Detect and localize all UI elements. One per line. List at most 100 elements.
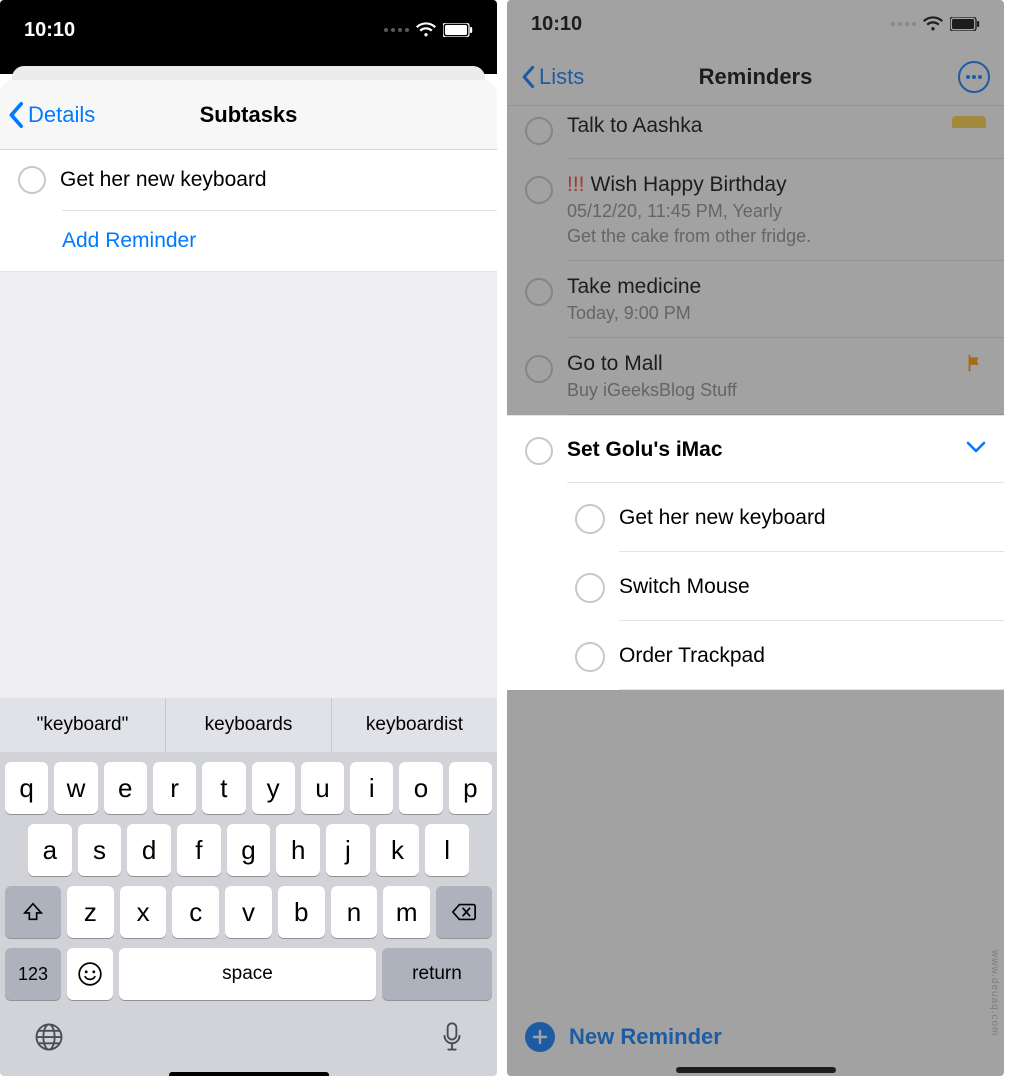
backspace-icon	[451, 902, 477, 922]
key-row-4: 123 space return	[0, 938, 497, 1008]
key-w[interactable]: w	[54, 762, 97, 814]
reminder-row[interactable]: Go to Mall Buy iGeeksBlog Stuff	[507, 338, 1004, 415]
priority-marker: !!!	[567, 173, 585, 196]
wifi-icon	[415, 22, 437, 38]
reminder-title: Take medicine	[567, 275, 986, 299]
reminder-title: Go to Mall	[567, 352, 986, 376]
key-l[interactable]: l	[425, 824, 469, 876]
status-bar: 10:10	[0, 0, 497, 60]
suggestion-2[interactable]: keyboards	[166, 698, 332, 752]
key-s[interactable]: s	[78, 824, 122, 876]
key-f[interactable]: f	[177, 824, 221, 876]
reminder-row[interactable]: Talk to Aashka	[507, 106, 1004, 159]
key-q[interactable]: q	[5, 762, 48, 814]
key-z[interactable]: z	[67, 886, 114, 938]
key-d[interactable]: d	[127, 824, 171, 876]
home-indicator[interactable]	[676, 1067, 836, 1073]
home-indicator[interactable]	[169, 1072, 329, 1076]
key-h[interactable]: h	[276, 824, 320, 876]
key-m[interactable]: m	[383, 886, 430, 938]
key-p[interactable]: p	[449, 762, 492, 814]
status-indicators	[384, 22, 473, 38]
expanded-reminder: Set Golu's iMac Get her new keyboard Swi…	[507, 415, 1004, 690]
reminder-row[interactable]: Take medicine Today, 9:00 PM	[507, 261, 1004, 338]
page-title: Subtasks	[0, 102, 497, 128]
reminder-checkbox[interactable]	[525, 278, 553, 306]
page-title: Reminders	[507, 64, 1004, 90]
ios-keyboard: "keyboard" keyboards keyboardist q w e r…	[0, 698, 497, 1076]
backspace-key[interactable]	[436, 886, 492, 938]
suggestion-1[interactable]: "keyboard"	[0, 698, 166, 752]
shift-key[interactable]	[5, 886, 61, 938]
battery-icon	[443, 23, 473, 37]
key-b[interactable]: b	[278, 886, 325, 938]
return-key[interactable]: return	[382, 948, 492, 1000]
subtask-text[interactable]: Get her new keyboard	[60, 168, 267, 192]
reminder-checkbox[interactable]	[525, 176, 553, 204]
shift-icon	[22, 901, 44, 923]
reminder-checkbox[interactable]	[525, 355, 553, 383]
key-o[interactable]: o	[399, 762, 442, 814]
subtask-checkbox[interactable]	[575, 642, 605, 672]
cellular-dots-icon	[891, 22, 916, 26]
subtask-checkbox[interactable]	[575, 573, 605, 603]
subtasks-list: Get her new keyboard Add Reminder	[0, 150, 497, 272]
subtask-checkbox[interactable]	[575, 504, 605, 534]
reminder-title: !!!Wish Happy Birthday	[567, 173, 986, 197]
key-g[interactable]: g	[227, 824, 271, 876]
subtask-row[interactable]: Get her new keyboard	[0, 150, 497, 210]
key-k[interactable]: k	[376, 824, 420, 876]
space-key[interactable]: space	[119, 948, 376, 1000]
keyboard-bottom-row	[0, 1008, 497, 1062]
globe-icon	[34, 1022, 64, 1052]
reminder-row[interactable]: !!!Wish Happy Birthday 05/12/20, 11:45 P…	[507, 159, 1004, 261]
reminder-subtitle: 05/12/20, 11:45 PM, Yearly	[567, 201, 986, 222]
subtask-label: Get her new keyboard	[619, 506, 826, 530]
key-y[interactable]: y	[252, 762, 295, 814]
key-r[interactable]: r	[153, 762, 196, 814]
emoji-key[interactable]	[67, 948, 113, 1000]
add-reminder-button[interactable]: Add Reminder	[0, 211, 497, 271]
folder-icon	[952, 116, 986, 128]
right-phone-reminders: 10:10 Lists Reminders	[507, 0, 1004, 1076]
key-row-3: z x c v b n m	[0, 876, 497, 938]
plus-circle-icon	[525, 1022, 555, 1052]
subtask-row[interactable]: Order Trackpad	[507, 621, 1004, 690]
watermark: www.deuaq.com	[989, 950, 1000, 1036]
subtask-row[interactable]: Get her new keyboard	[507, 483, 1004, 552]
key-i[interactable]: i	[350, 762, 393, 814]
key-j[interactable]: j	[326, 824, 370, 876]
battery-icon	[950, 17, 980, 31]
expanded-header-row[interactable]: Set Golu's iMac	[507, 416, 1004, 483]
reminder-checkbox[interactable]	[525, 117, 553, 145]
new-reminder-button[interactable]: New Reminder	[507, 1008, 1004, 1060]
subtask-checkbox[interactable]	[18, 166, 46, 194]
suggestion-bar: "keyboard" keyboards keyboardist	[0, 698, 497, 752]
key-u[interactable]: u	[301, 762, 344, 814]
more-button[interactable]	[958, 61, 990, 93]
key-e[interactable]: e	[104, 762, 147, 814]
key-x[interactable]: x	[120, 886, 167, 938]
reminder-checkbox[interactable]	[525, 437, 553, 465]
key-n[interactable]: n	[331, 886, 378, 938]
globe-key[interactable]	[34, 1022, 64, 1060]
expanded-title: Set Golu's iMac	[567, 438, 952, 462]
numeric-key[interactable]: 123	[5, 948, 61, 1000]
empty-space	[0, 272, 497, 698]
key-a[interactable]: a	[28, 824, 72, 876]
key-row-1: q w e r t y u i o p	[0, 752, 497, 814]
chevron-down-icon[interactable]	[966, 440, 986, 459]
left-phone-subtasks: 10:10 Details Subtasks Get her new keybo…	[0, 0, 497, 1076]
key-c[interactable]: c	[172, 886, 219, 938]
key-t[interactable]: t	[202, 762, 245, 814]
subtask-row[interactable]: Switch Mouse	[507, 552, 1004, 621]
subtask-label: Switch Mouse	[619, 575, 750, 599]
status-time: 10:10	[531, 13, 582, 36]
key-row-2: a s d f g h j k l	[0, 814, 497, 876]
subtask-label: Order Trackpad	[619, 644, 765, 668]
dictation-key[interactable]	[441, 1022, 463, 1060]
key-v[interactable]: v	[225, 886, 272, 938]
reminder-subtitle: Buy iGeeksBlog Stuff	[567, 380, 986, 401]
nav-bar: Details Subtasks	[0, 80, 497, 150]
suggestion-3[interactable]: keyboardist	[332, 698, 497, 752]
